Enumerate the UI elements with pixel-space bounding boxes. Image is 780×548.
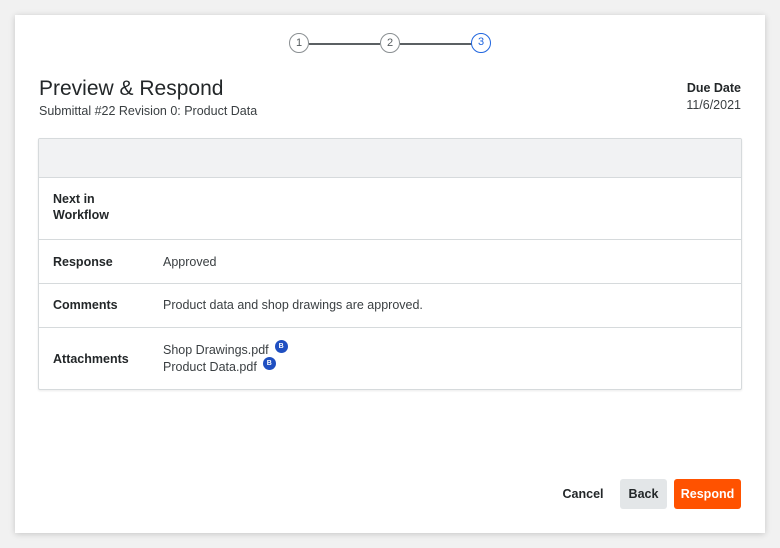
attachment-link[interactable]: Product Data.pdf — [163, 360, 257, 374]
response-label: Response — [53, 255, 113, 269]
attachment-item: Shop Drawings.pdf B — [163, 340, 288, 358]
bluebeam-icon[interactable]: B — [274, 340, 288, 353]
attachments-label: Attachments — [53, 352, 129, 366]
due-date-value: 11/6/2021 — [686, 98, 741, 112]
response-value: Approved — [163, 255, 217, 269]
step-2: 2 — [380, 33, 400, 53]
respond-button[interactable]: Respond — [674, 479, 741, 509]
cancel-button[interactable]: Cancel — [557, 479, 609, 509]
step-3: 3 — [471, 33, 491, 53]
page-subtitle: Submittal #22 Revision 0: Product Data — [39, 104, 258, 118]
back-button[interactable]: Back — [620, 479, 667, 509]
stepper-connector — [400, 43, 472, 45]
row-next-in-workflow: Next in Workflow — [39, 178, 741, 240]
comments-label: Comments — [53, 298, 118, 312]
progress-stepper: 1 2 3 — [15, 33, 765, 55]
next-in-workflow-label: Next in Workflow — [53, 192, 110, 222]
row-comments: Comments Product data and shop drawings … — [39, 284, 741, 328]
panel-header — [39, 139, 741, 178]
attachment-item: Product Data.pdf B — [163, 357, 288, 375]
row-attachments: Attachments Shop Drawings.pdf B Product … — [39, 328, 741, 389]
attachment-link[interactable]: Shop Drawings.pdf — [163, 343, 269, 357]
stepper-connector — [309, 43, 380, 45]
attachment-list: Shop Drawings.pdf B Product Data.pdf B — [163, 340, 288, 375]
response-details-panel: Next in Workflow Response Approved Comme… — [38, 138, 742, 390]
row-response: Response Approved — [39, 240, 741, 284]
step-1: 1 — [289, 33, 309, 53]
bluebeam-icon[interactable]: B — [262, 357, 276, 370]
comments-value: Product data and shop drawings are appro… — [163, 298, 423, 312]
due-date-label: Due Date — [686, 81, 741, 95]
respond-modal: 1 2 3 Preview & Respond Submittal #22 Re… — [15, 15, 765, 533]
page-title: Preview & Respond — [39, 77, 224, 100]
